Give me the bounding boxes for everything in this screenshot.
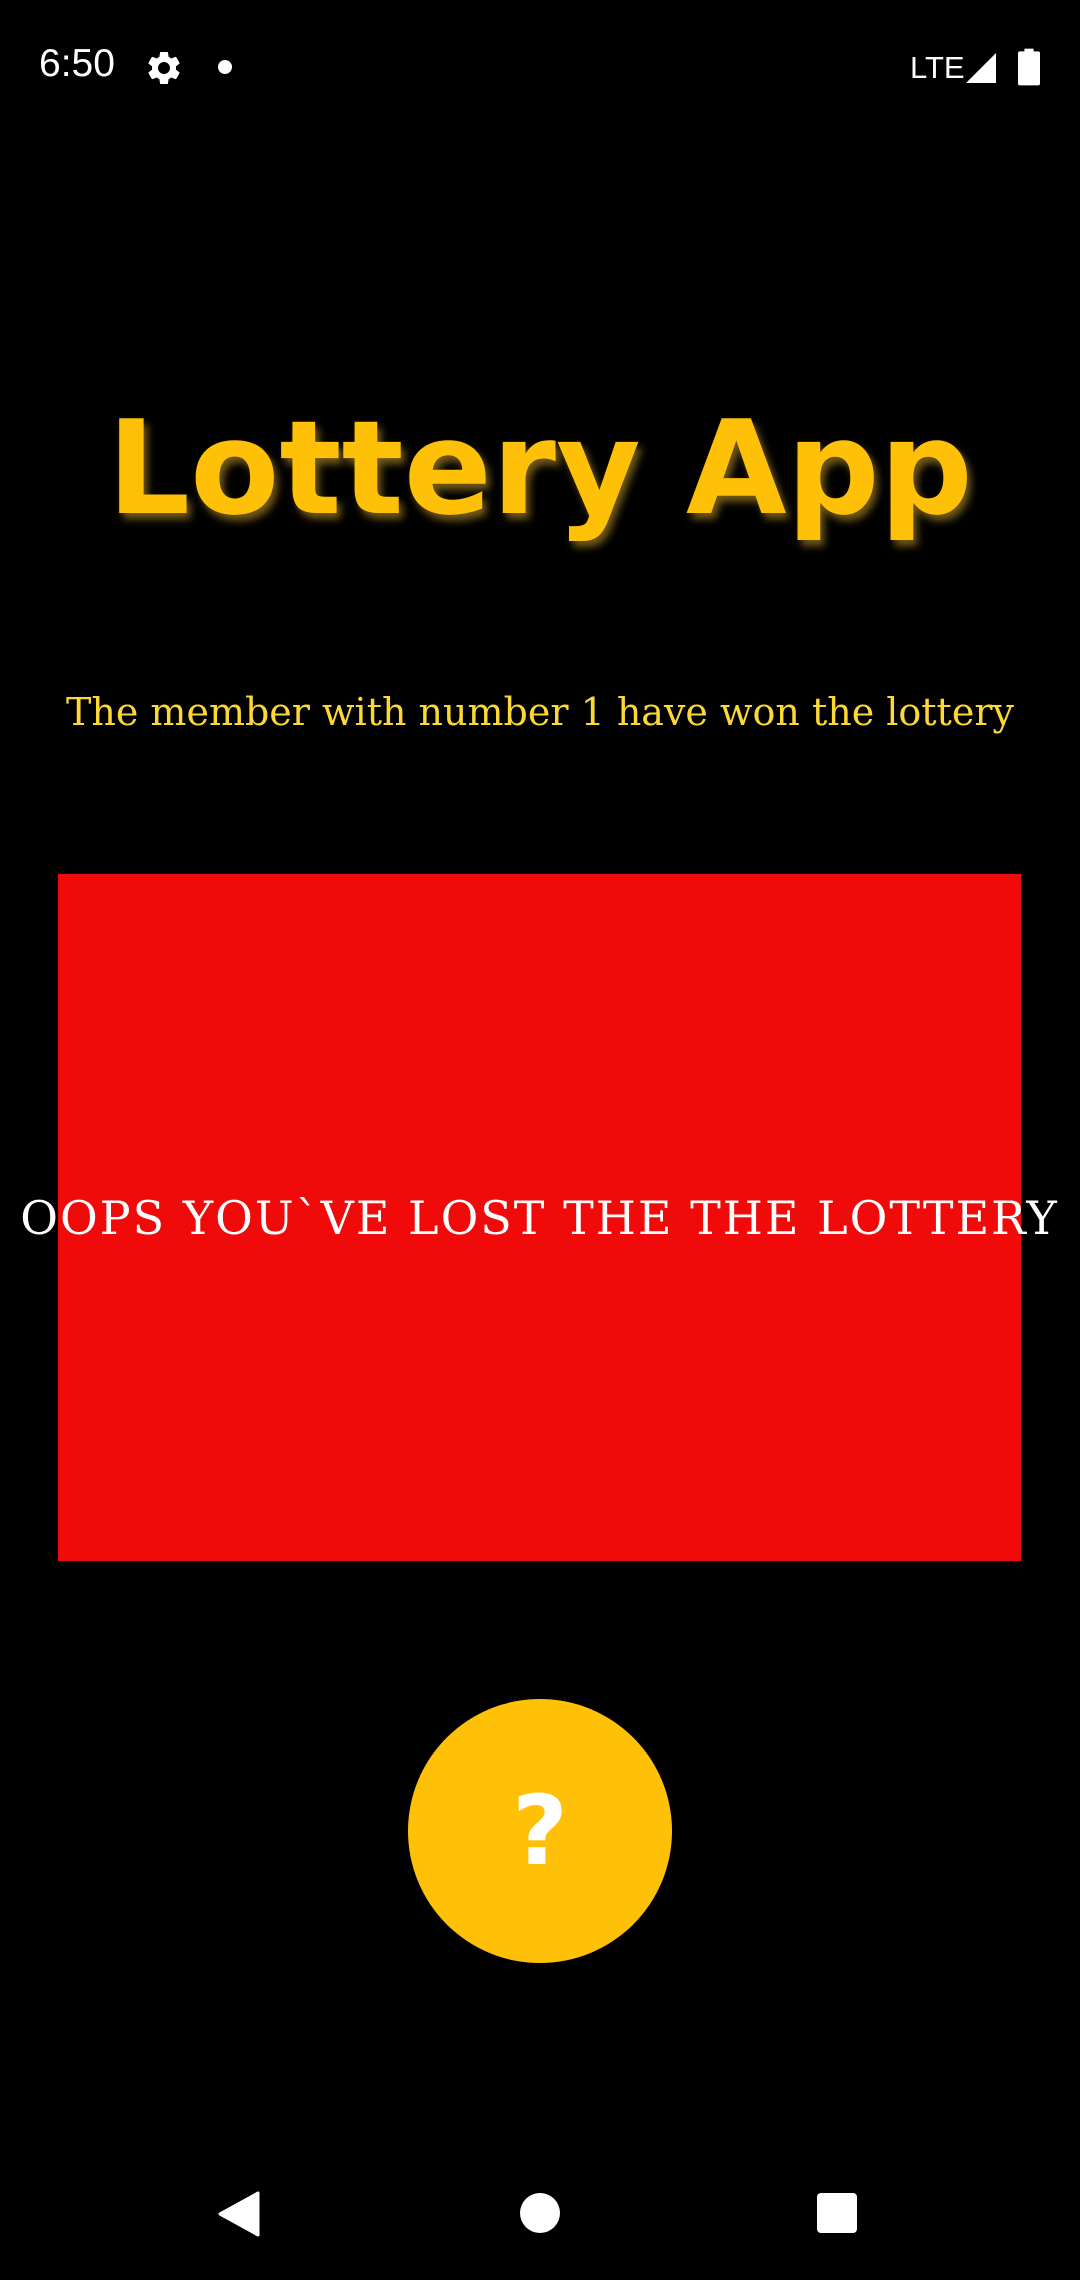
winner-message: The member with number 1 have won the lo… <box>66 690 1014 734</box>
status-time: 6:50 <box>39 42 115 85</box>
question-mark-icon: ? <box>512 1775 568 1887</box>
network-type-label: LTE <box>910 50 965 85</box>
result-panel: OOPS YOU`VE LOST THE THE LOTTERY <box>20 874 1057 1561</box>
navigation-bar <box>0 2160 1080 2280</box>
gear-icon <box>148 51 180 84</box>
result-message: OOPS YOU`VE LOST THE THE LOTTERY <box>20 1190 1059 1245</box>
battery-icon <box>1018 48 1040 86</box>
signal-icon <box>966 53 996 83</box>
status-bar: 6:50 LTE <box>0 0 1080 136</box>
home-icon[interactable] <box>520 2193 560 2233</box>
reveal-button[interactable]: ? <box>408 1699 672 1963</box>
back-icon[interactable] <box>218 2191 260 2237</box>
app-title: Lottery App <box>107 392 973 544</box>
recents-icon[interactable] <box>817 2193 857 2233</box>
notification-dot-icon <box>218 60 232 74</box>
